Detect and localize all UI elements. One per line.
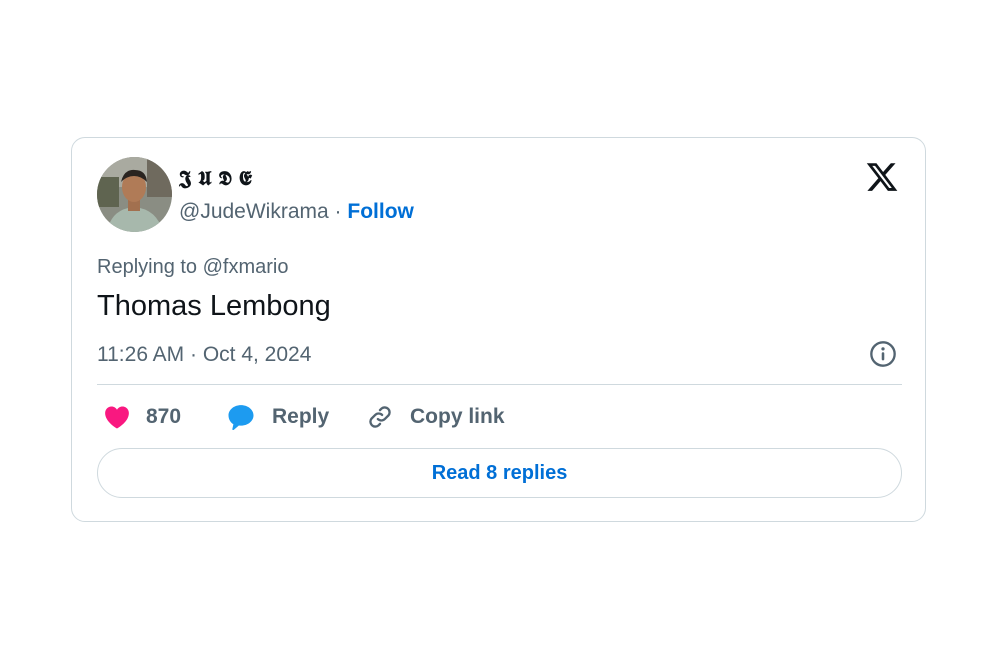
- display-name[interactable]: 𝕵 𝖀 𝕯 𝕰: [179, 166, 252, 190]
- like-button[interactable]: 870: [102, 400, 181, 434]
- user-handle[interactable]: @JudeWikrama: [179, 200, 329, 223]
- follow-button[interactable]: Follow: [347, 200, 414, 223]
- reply-button[interactable]: Reply: [226, 400, 329, 434]
- reply-label: Reply: [272, 405, 330, 428]
- handle-row: @JudeWikrama · Follow: [179, 200, 414, 224]
- timestamp[interactable]: 11:26 AM · Oct 4, 2024: [97, 343, 311, 367]
- info-icon[interactable]: [869, 340, 897, 368]
- read-replies-label: Read 8 replies: [431, 461, 568, 484]
- replying-to: Replying to @fxmario: [97, 256, 289, 278]
- copy-link-label: Copy link: [410, 405, 505, 428]
- divider: [97, 384, 902, 385]
- avatar[interactable]: [97, 157, 172, 232]
- read-replies-button[interactable]: Read 8 replies: [97, 448, 902, 498]
- separator-dot: ·: [334, 200, 342, 223]
- tweet-text: Thomas Lembong: [97, 290, 331, 322]
- link-icon: [369, 406, 391, 428]
- avatar-photo: [97, 157, 172, 232]
- speech-bubble-icon: [228, 405, 254, 431]
- x-logo-icon[interactable]: [865, 160, 899, 194]
- heart-icon: [105, 406, 129, 429]
- copy-link-button[interactable]: Copy link: [366, 400, 505, 434]
- embedded-tweet-card: 𝕵 𝖀 𝕯 𝕰 @JudeWikrama · Follow Replying t…: [71, 137, 926, 522]
- like-count: 870: [146, 405, 182, 428]
